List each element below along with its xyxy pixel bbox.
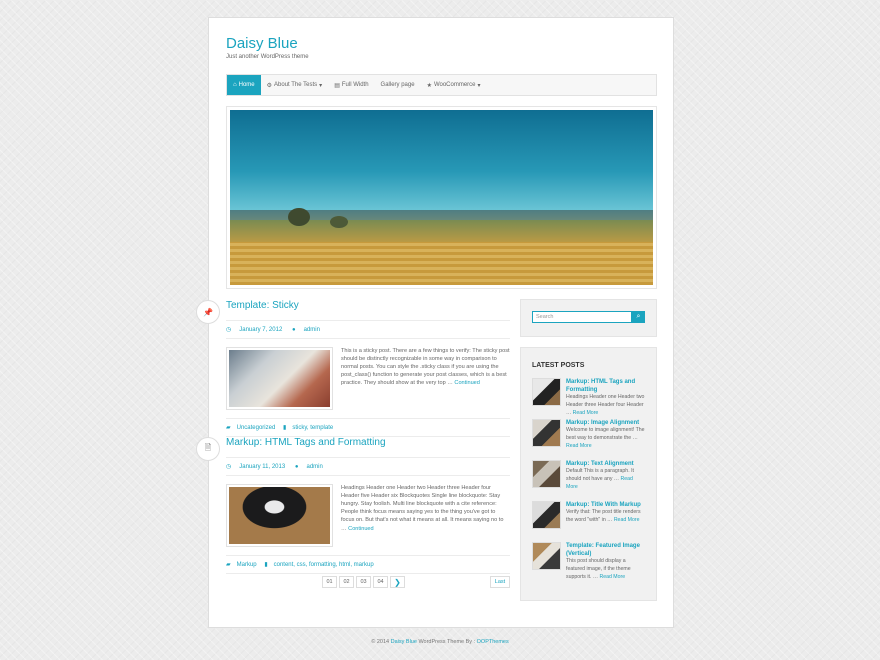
document-icon: 🗎	[196, 437, 220, 461]
latest-post-thumbnail[interactable]	[532, 501, 561, 529]
nav-label: Home	[238, 82, 255, 88]
read-more-link[interactable]: Read More	[599, 574, 625, 580]
post-date[interactable]: January 11, 2013	[239, 464, 285, 470]
site-footer: © 2014 Daisy Blue WordPress Theme By : O…	[0, 639, 880, 645]
user-icon: ●	[291, 327, 296, 333]
latest-post-excerpt: Headings Header one Header two Header th…	[566, 394, 645, 417]
hero-image-frame	[226, 106, 657, 289]
search-widget: Search ⌕	[520, 299, 657, 337]
clock-icon: ◷	[226, 327, 232, 333]
pagination: 01 02 03 04 ❯	[322, 576, 405, 588]
latest-post-thumbnail[interactable]	[532, 542, 561, 570]
user-icon: ●	[294, 464, 299, 470]
latest-post-excerpt: Verify that: The post title renders the …	[566, 509, 645, 525]
latest-post-thumbnail[interactable]	[532, 419, 561, 447]
nav-item-gallery-page[interactable]: Gallery page	[375, 75, 421, 95]
latest-post-title[interactable]: Markup: Title With Markup	[566, 501, 645, 509]
next-page-icon[interactable]: ❯	[390, 576, 405, 588]
footer-author-link[interactable]: OOPThemes	[477, 639, 509, 645]
last-page-button[interactable]: Last	[490, 576, 510, 588]
home-icon: ⌂	[233, 82, 237, 88]
page-link-4[interactable]: 04	[373, 576, 388, 588]
chevron-down-icon: ▾	[477, 82, 481, 89]
post-title[interactable]: Markup: HTML Tags and Formatting	[226, 437, 510, 448]
post-tags[interactable]: sticky, template	[292, 425, 333, 431]
chevron-down-icon: ▾	[319, 82, 323, 89]
post-body: This is a sticky post. There are a few t…	[226, 339, 510, 418]
page-link-1[interactable]: 01	[322, 576, 337, 588]
search-icon[interactable]: ⌕	[632, 311, 645, 323]
nav-label: About The Tests	[274, 82, 318, 88]
post-excerpt: Headings Header one Header two Header th…	[341, 484, 510, 547]
bookmark-icon: ▮	[283, 425, 287, 431]
post-body: Headings Header one Header two Header th…	[226, 476, 510, 555]
post-author[interactable]: admin	[304, 327, 320, 333]
latest-post-item: Markup: HTML Tags and Formatting Heading…	[532, 378, 645, 417]
post-tags[interactable]: content, css, formatting, html, markup	[274, 562, 374, 568]
post-meta: ◷ January 7, 2012 ● admin	[226, 320, 510, 339]
site-description: Just another WordPress theme	[226, 54, 309, 60]
post-article: 📌 Template: Sticky ◷ January 7, 2012 ● adm…	[196, 300, 510, 437]
nav-item-full-width[interactable]: ▤ Full Width	[328, 75, 374, 95]
star-icon: ★	[426, 82, 432, 89]
search-input[interactable]: Search	[532, 311, 632, 323]
clock-icon: ◷	[226, 464, 232, 470]
nav-item-home[interactable]: ⌂ Home	[227, 75, 261, 95]
post-thumbnail[interactable]	[226, 484, 333, 547]
read-more-link[interactable]: Read More	[614, 517, 640, 523]
folder-icon: ▰	[226, 562, 231, 568]
post-excerpt: This is a sticky post. There are a few t…	[341, 347, 510, 410]
folder-icon: ▰	[226, 425, 231, 431]
page-link-2[interactable]: 02	[339, 576, 354, 588]
latest-post-title[interactable]: Markup: Text Alignment	[566, 460, 645, 468]
read-more-link[interactable]: Read More	[566, 443, 592, 449]
latest-post-thumbnail[interactable]	[532, 460, 561, 488]
latest-post-title[interactable]: Markup: Image Alignment	[566, 419, 645, 427]
latest-post-item: Template: Featured Image (Vertical) This…	[532, 542, 645, 581]
site-title[interactable]: Daisy Blue	[226, 35, 298, 52]
latest-post-excerpt: This post should display a featured imag…	[566, 558, 645, 581]
post-author[interactable]: admin	[306, 464, 322, 470]
post-thumbnail[interactable]	[226, 347, 333, 410]
post-category[interactable]: Markup	[237, 562, 257, 568]
latest-post-excerpt: Welcome to image alignment! The best way…	[566, 427, 645, 450]
continue-reading-link[interactable]: Continued	[348, 526, 374, 532]
latest-posts-heading: LATEST POSTS	[532, 362, 585, 369]
post-date[interactable]: January 7, 2012	[239, 327, 282, 333]
nav-label: WooCommerce	[433, 82, 476, 88]
latest-post-title[interactable]: Template: Featured Image (Vertical)	[566, 542, 645, 558]
latest-post-thumbnail[interactable]	[532, 378, 561, 406]
post-meta: ◷ January 11, 2013 ● admin	[226, 457, 510, 476]
latest-post-text: Welcome to image alignment! The best way…	[566, 427, 645, 441]
post-category[interactable]: Uncategorized	[237, 425, 276, 431]
post-title[interactable]: Template: Sticky	[226, 300, 510, 311]
nav-item-about-the-tests[interactable]: ⚙ About The Tests ▾	[261, 75, 329, 95]
latest-post-item: Markup: Title With Markup Verify that: T…	[532, 501, 645, 538]
hero-landscape-image	[230, 110, 653, 285]
copyright-text: © 2014	[371, 639, 390, 645]
bookmark-icon: ▮	[264, 562, 268, 568]
document-icon: ▤	[334, 82, 340, 89]
nav-label: Gallery page	[380, 82, 415, 88]
post-article: 🗎 Markup: HTML Tags and Formatting ◷ Janu…	[196, 437, 510, 574]
gear-icon: ⚙	[266, 82, 273, 89]
latest-post-item: Markup: Text Alignment Default This is a…	[532, 460, 645, 497]
latest-posts-widget: LATEST POSTS Markup: HTML Tags and Forma…	[520, 347, 657, 601]
nav-item-woocommerce[interactable]: ★ WooCommerce ▾	[421, 75, 487, 95]
footer-theme-link[interactable]: Daisy Blue	[391, 639, 417, 645]
page-link-3[interactable]: 03	[356, 576, 371, 588]
latest-post-item: Markup: Image Alignment Welcome to image…	[532, 419, 645, 456]
page-container: Daisy Blue Just another WordPress theme …	[196, 17, 674, 628]
post-taxonomy: ▰ Uncategorized ▮ sticky, template	[226, 418, 510, 437]
continue-reading-link[interactable]: Continued	[454, 380, 480, 386]
latest-post-excerpt: Default This is a paragraph. It should n…	[566, 468, 645, 491]
pin-icon: 📌	[196, 300, 220, 324]
excerpt-text: This is a sticky post. There are a few t…	[341, 348, 510, 387]
footer-credit-text: WordPress Theme By :	[418, 639, 476, 645]
main-navigation: ⌂ Home ⚙ About The Tests ▾ ▤ Full Width …	[226, 74, 657, 96]
read-more-link[interactable]: Read More	[573, 410, 599, 416]
nav-label: Full Width	[341, 82, 369, 88]
latest-post-title[interactable]: Markup: HTML Tags and Formatting	[566, 378, 645, 394]
post-taxonomy: ▰ Markup ▮ content, css, formatting, html,…	[226, 555, 510, 574]
